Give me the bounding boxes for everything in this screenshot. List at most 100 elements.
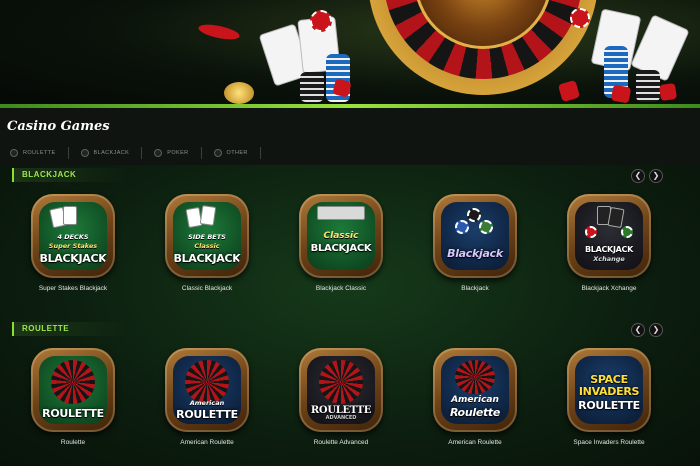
filter-label: POKER — [167, 150, 189, 156]
game-artwork: American ROULETTE — [173, 356, 241, 424]
game-tile[interactable]: 4 DECKS Super Stakes BLACKJACK Super Sta… — [13, 194, 133, 314]
category-filter-bar: ROULETTE BLACKJACK POKER OTHER — [10, 146, 273, 160]
section-title: BLACKJACK — [22, 170, 77, 179]
logo-text: Xchange — [593, 255, 625, 263]
dice-image — [610, 84, 632, 104]
logo-text: INVADERS — [578, 385, 640, 398]
filter-blackjack[interactable]: BLACKJACK — [80, 147, 143, 159]
chip-image — [570, 8, 590, 28]
game-icon: ROULETTE ADVANCED — [299, 348, 383, 432]
game-artwork: ROULETTE — [39, 356, 107, 424]
chip-icon — [467, 208, 481, 222]
game-tile[interactable]: ROULETTE ADVANCED Roulette Advanced — [281, 348, 401, 466]
filter-label: ROULETTE — [23, 150, 56, 156]
section-header: BLACKJACK — [12, 168, 128, 182]
page-header: Casino Games ROULETTE BLACKJACK POKER OT… — [0, 108, 700, 165]
playing-card-icon — [199, 205, 217, 226]
chevron-left-icon[interactable]: ❮ — [631, 323, 645, 337]
chip-icon — [621, 226, 633, 238]
game-artwork: ROULETTE ADVANCED — [307, 356, 375, 424]
game-title: Roulette Advanced — [313, 439, 369, 446]
game-tile[interactable]: SPACE INVADERS ROULETTE Space Invaders R… — [549, 348, 669, 466]
chevron-right-icon[interactable]: ❯ — [649, 169, 663, 183]
game-icon: American ROULETTE — [165, 348, 249, 432]
filter-other[interactable]: OTHER — [213, 147, 261, 159]
playing-card-icon — [63, 206, 77, 225]
logo-text: ADVANCED — [325, 415, 357, 421]
filter-label: BLACKJACK — [93, 150, 130, 156]
section-header: ROULETTE — [12, 322, 128, 336]
section-title: ROULETTE — [22, 324, 70, 333]
game-tile[interactable]: Classic BLACKJACK Blackjack Classic — [281, 194, 401, 314]
radio-button[interactable] — [80, 149, 89, 157]
logo-subtext: SPACE — [590, 373, 628, 386]
radio-button[interactable] — [154, 149, 163, 157]
logo-title: Blackjack — [447, 247, 503, 260]
filter-roulette[interactable]: ROULETTE — [10, 147, 69, 159]
game-icon: American Roulette — [433, 348, 517, 432]
logo-title: BLACKJACK — [585, 245, 633, 254]
game-tile[interactable]: American ROULETTE American Roulette — [147, 348, 267, 466]
game-title: Super Stakes Blackjack — [38, 285, 108, 292]
game-title: Blackjack Classic — [315, 285, 367, 292]
game-title: Classic Blackjack — [181, 285, 233, 292]
game-icon: Classic BLACKJACK — [299, 194, 383, 278]
game-icon: 4 DECKS Super Stakes BLACKJACK — [31, 194, 115, 278]
game-icon: ROULETTE — [31, 348, 115, 432]
filter-label: OTHER — [226, 150, 248, 156]
game-title: Space Invaders Roulette — [573, 439, 645, 446]
logo-text: Classic — [194, 242, 220, 250]
logo-text: American — [451, 395, 499, 405]
game-tile[interactable]: BLACKJACK Xchange Blackjack Xchange — [549, 194, 669, 314]
logo-title: BLACKJACK — [173, 252, 241, 265]
chip-icon — [585, 226, 597, 238]
filter-poker[interactable]: POKER — [154, 147, 202, 159]
playing-card-icon — [607, 206, 625, 229]
coin-image — [224, 82, 254, 104]
chevron-left-icon[interactable]: ❮ — [631, 169, 645, 183]
roulette-wheel-icon — [185, 360, 229, 404]
dice-image — [658, 82, 678, 102]
dice-image — [557, 79, 581, 103]
logo-title: BLACKJACK — [39, 252, 107, 265]
logo-title: ROULETTE — [42, 407, 104, 420]
logo-text: Super Stakes — [48, 242, 98, 250]
game-title: Blackjack Xchange — [581, 285, 637, 292]
chip-image — [310, 10, 332, 32]
game-artwork: 4 DECKS Super Stakes BLACKJACK — [39, 202, 107, 270]
game-title: Blackjack — [461, 285, 489, 292]
game-tile[interactable]: American Roulette American Roulette — [415, 348, 535, 466]
logo-title: BLACKJACK — [310, 243, 372, 254]
section-roulette: ROULETTE ❮ ❯ ROULETTE Roulette American … — [0, 322, 700, 466]
section-blackjack: BLACKJACK ❮ ❯ 4 DECKS Super Stakes BLACK… — [0, 168, 700, 318]
game-icon: SPACE INVADERS ROULETTE — [567, 348, 651, 432]
page-title: Casino Games — [7, 119, 110, 134]
game-tile[interactable]: SIDE BETS Classic BLACKJACK Classic Blac… — [147, 194, 267, 314]
game-artwork: Blackjack — [441, 202, 509, 270]
game-tile[interactable]: ROULETTE Roulette — [13, 348, 133, 466]
game-icon: BLACKJACK Xchange — [567, 194, 651, 278]
game-icon: SIDE BETS Classic BLACKJACK — [165, 194, 249, 278]
roulette-wheel-icon — [319, 360, 363, 404]
chip-stack-image — [300, 72, 324, 102]
logo-text: American — [189, 399, 225, 407]
game-title: American Roulette — [448, 439, 502, 446]
game-artwork: BLACKJACK Xchange — [575, 202, 643, 270]
game-tile[interactable]: Blackjack Blackjack — [415, 194, 535, 314]
radio-button[interactable] — [213, 149, 222, 157]
card-shoe-icon — [317, 206, 365, 220]
game-lobby: BLACKJACK ❮ ❯ 4 DECKS Super Stakes BLACK… — [0, 165, 700, 466]
game-title: American Roulette — [180, 439, 234, 446]
chevron-right-icon[interactable]: ❯ — [649, 323, 663, 337]
chip-icon — [479, 220, 493, 234]
chip-stack-image — [636, 70, 660, 102]
game-artwork: Classic BLACKJACK — [307, 202, 375, 270]
radio-button[interactable] — [10, 149, 18, 157]
hero-banner — [0, 0, 700, 108]
game-title: Roulette — [60, 439, 86, 446]
logo-title: ROULETTE — [578, 399, 640, 412]
logo-title: Roulette — [449, 406, 501, 419]
game-artwork: American Roulette — [441, 356, 509, 424]
logo-subtext: SIDE BETS — [188, 233, 226, 241]
chip-image — [197, 21, 241, 43]
